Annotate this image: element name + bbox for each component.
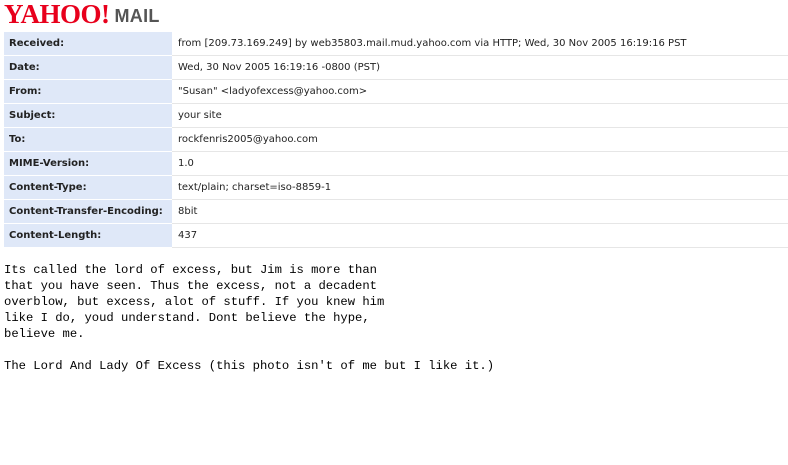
header-name: To: bbox=[4, 127, 172, 152]
mail-logo-text: MAIL bbox=[114, 6, 160, 26]
mail-header: YAHOO! MAIL bbox=[4, 0, 160, 28]
header-value: 1.0 bbox=[172, 151, 788, 176]
header-name: Content-Transfer-Encoding: bbox=[4, 199, 172, 224]
header-name: Date: bbox=[4, 55, 172, 80]
header-row-from: From: "Susan" <ladyofexcess@yahoo.com> bbox=[4, 79, 788, 104]
header-name: Subject: bbox=[4, 103, 172, 128]
header-row-date: Date: Wed, 30 Nov 2005 16:19:16 -0800 (P… bbox=[4, 55, 788, 80]
header-row-content-length: Content-Length: 437 bbox=[4, 223, 788, 248]
header-value: "Susan" <ladyofexcess@yahoo.com> bbox=[172, 79, 788, 104]
header-row-mime-version: MIME-Version: 1.0 bbox=[4, 151, 788, 176]
header-value: rockfenris2005@yahoo.com bbox=[172, 127, 788, 152]
header-value: 8bit bbox=[172, 199, 788, 224]
header-name: Content-Length: bbox=[4, 223, 172, 248]
yahoo-logo-text: YAHOO! bbox=[4, 0, 110, 30]
header-value: Wed, 30 Nov 2005 16:19:16 -0800 (PST) bbox=[172, 55, 788, 80]
full-headers-table: Received: from [209.73.169.249] by web35… bbox=[4, 32, 788, 248]
header-name: MIME-Version: bbox=[4, 151, 172, 176]
header-row-subject: Subject: your site bbox=[4, 103, 788, 128]
header-value: your site bbox=[172, 103, 788, 128]
header-row-received: Received: from [209.73.169.249] by web35… bbox=[4, 32, 788, 56]
header-value: 437 bbox=[172, 223, 788, 248]
header-row-to: To: rockfenris2005@yahoo.com bbox=[4, 127, 788, 152]
header-row-content-type: Content-Type: text/plain; charset=iso-88… bbox=[4, 175, 788, 200]
yahoo-mail-logo[interactable]: YAHOO! MAIL bbox=[4, 0, 160, 30]
header-value: from [209.73.169.249] by web35803.mail.m… bbox=[172, 32, 788, 56]
header-name: Content-Type: bbox=[4, 175, 172, 200]
header-name: Received: bbox=[4, 32, 172, 56]
header-name: From: bbox=[4, 79, 172, 104]
header-row-content-transfer-encoding: Content-Transfer-Encoding: 8bit bbox=[4, 199, 788, 224]
message-body: Its called the lord of excess, but Jim i… bbox=[4, 263, 495, 373]
header-value: text/plain; charset=iso-8859-1 bbox=[172, 175, 788, 200]
